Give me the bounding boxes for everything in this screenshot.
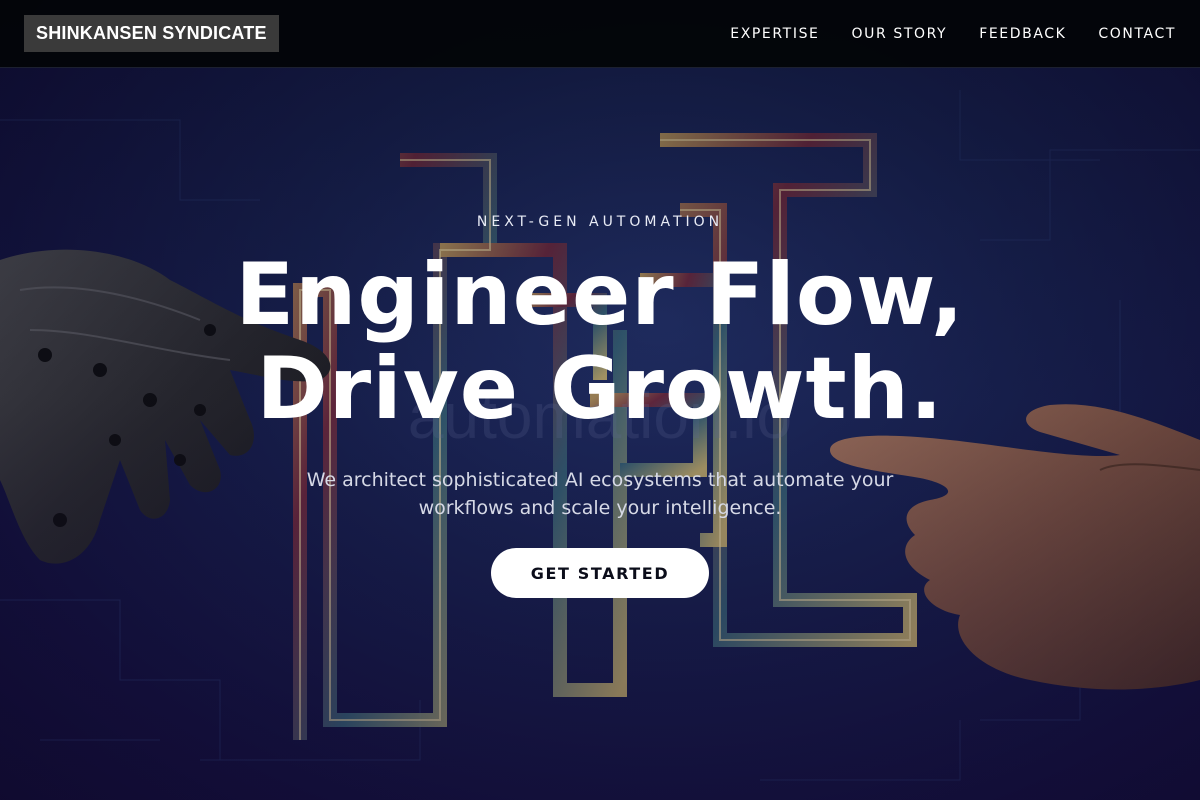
- nav-link-feedback[interactable]: FEEDBACK: [979, 26, 1066, 42]
- hero-content: NEXT-GEN AUTOMATION Engineer Flow, Drive…: [0, 0, 1200, 800]
- brand-logo[interactable]: SHINKANSEN SYNDICATE: [24, 15, 279, 52]
- hero-headline-line-2: Drive Growth.: [256, 339, 944, 439]
- nav-link-our-story[interactable]: OUR STORY: [852, 26, 948, 42]
- hero-eyebrow: NEXT-GEN AUTOMATION: [476, 214, 724, 230]
- hero-headline: Engineer Flow, Drive Growth.: [0, 248, 1200, 436]
- nav-link-contact[interactable]: CONTACT: [1098, 26, 1176, 42]
- get-started-button[interactable]: GET STARTED: [491, 548, 709, 598]
- nav-links: EXPERTISE OUR STORY FEEDBACK CONTACT: [698, 26, 1176, 42]
- top-navbar: SHINKANSEN SYNDICATE EXPERTISE OUR STORY…: [0, 0, 1200, 68]
- hero-headline-line-1: Engineer Flow,: [235, 245, 965, 345]
- nav-link-expertise[interactable]: EXPERTISE: [730, 26, 819, 42]
- hero-subtext: We architect sophisticated AI ecosystems…: [306, 469, 894, 519]
